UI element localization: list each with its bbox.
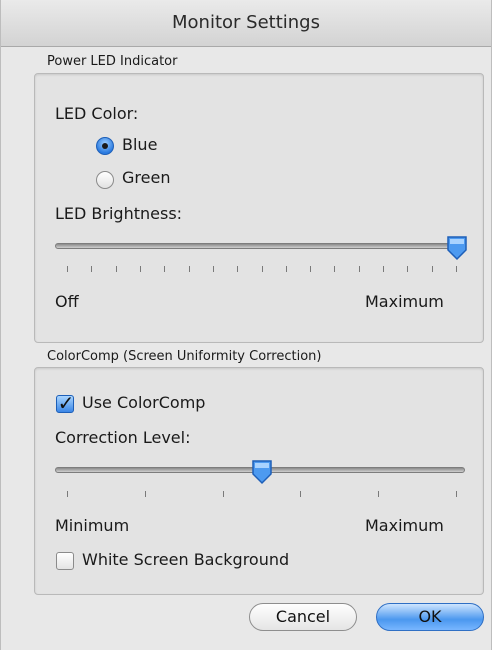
use-colorcomp-label: Use ColorComp [82,393,206,412]
brightness-thumb[interactable] [446,235,468,261]
slider-tick [383,266,385,272]
use-colorcomp-checkbox[interactable]: ✓ [56,391,74,415]
level-thumb[interactable] [251,459,273,485]
title-bar[interactable]: Monitor Settings [1,0,491,47]
window-title: Monitor Settings [172,12,320,33]
slider-tick [188,266,190,272]
monitor-settings-dialog: Monitor Settings Power LED Indicator LED… [0,0,492,650]
radio-blue-label: Blue [122,135,158,154]
led-brightness-label: LED Brightness: [55,204,183,223]
slider-tick [456,266,457,272]
white-screen-background-label: White Screen Background [82,550,290,569]
slider-tick [456,491,457,497]
brightness-ticks [67,266,457,272]
correction-level-label: Correction Level: [55,428,191,447]
radio-blue[interactable] [96,137,114,155]
level-ticks [67,491,457,497]
slider-tick [358,266,360,272]
slider-tick [378,491,380,497]
slider-tick [144,491,146,497]
colorcomp-section-title: ColorComp (Screen Uniformity Correction) [47,349,322,364]
slider-tick [334,266,336,272]
ok-button[interactable]: OK [376,603,484,631]
level-max-label: Maximum [365,516,444,535]
brightness-max-label: Maximum [365,292,444,311]
slider-tick [91,266,93,272]
white-screen-background-checkbox[interactable] [56,552,74,570]
brightness-min-label: Off [55,292,79,311]
slider-tick [115,266,117,272]
slider-tick [300,491,302,497]
slider-tick [285,266,287,272]
slider-tick [212,266,214,272]
power-led-section-title: Power LED Indicator [47,54,178,69]
brightness-track[interactable] [55,243,465,249]
slider-tick [222,491,224,497]
slider-tick [164,266,166,272]
radio-green-label: Green [122,168,171,187]
checkmark-icon: ✓ [57,391,75,415]
slider-tick [431,266,433,272]
slider-tick [261,266,263,272]
led-color-label: LED Color: [55,104,139,123]
radio-green[interactable] [96,171,114,189]
slider-tick [237,266,239,272]
cancel-button[interactable]: Cancel [249,603,357,631]
slider-tick [407,266,409,272]
slider-tick [67,491,68,497]
slider-tick [67,266,68,272]
slider-tick [310,266,312,272]
level-min-label: Minimum [55,516,130,535]
slider-tick [139,266,141,272]
